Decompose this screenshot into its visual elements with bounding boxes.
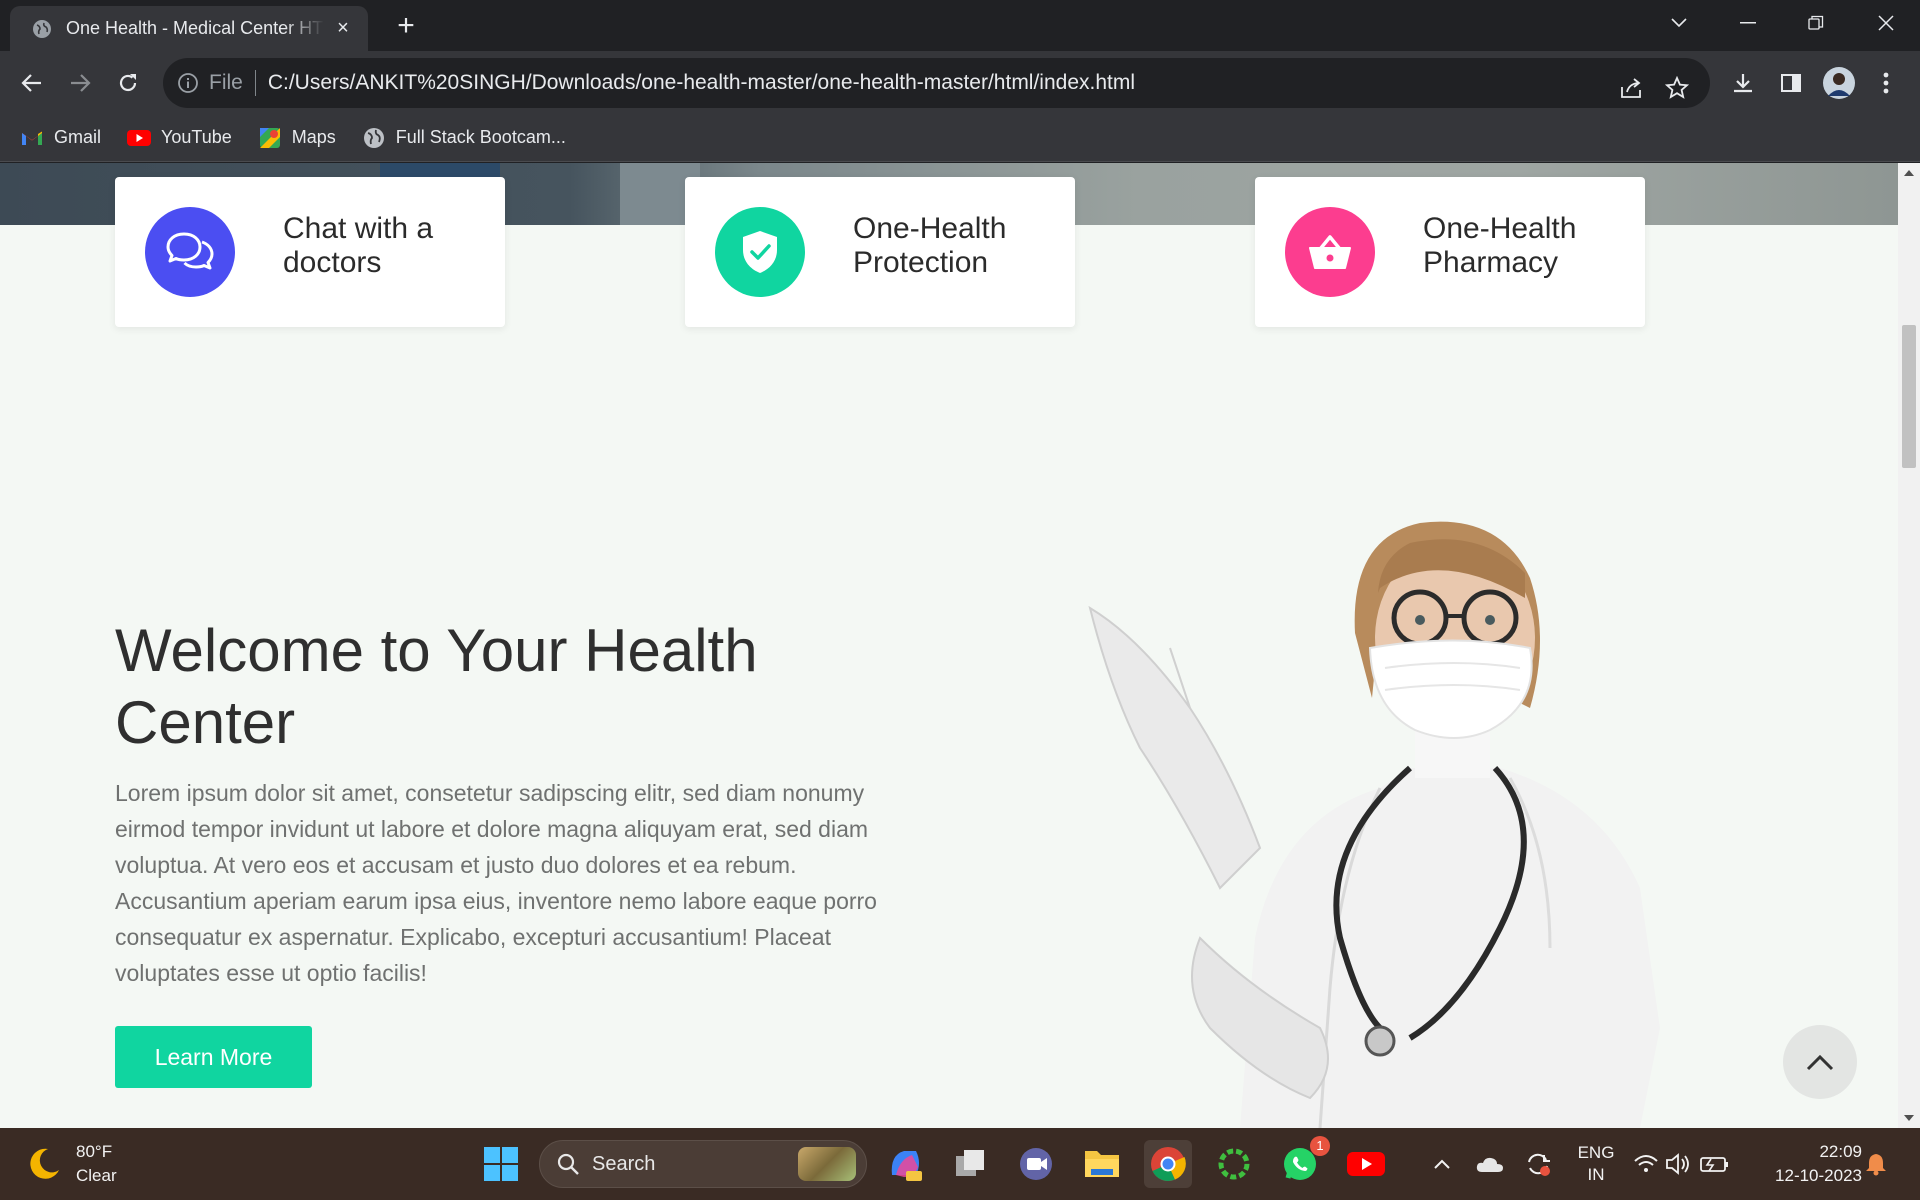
whatsapp-icon[interactable]: 1 [1276, 1136, 1330, 1188]
tab-search-icon[interactable] [1655, 8, 1703, 38]
clock-time: 22:09 [1819, 1142, 1862, 1161]
bookmark-label: YouTube [161, 127, 232, 147]
chevron-up-icon [1806, 1054, 1834, 1071]
search-highlight-image [798, 1147, 856, 1181]
bookmark-full-stack[interactable]: Full Stack Bootcam... [362, 126, 566, 150]
url-scheme: File [209, 71, 243, 94]
notification-badge: 1 [1310, 1136, 1330, 1156]
wifi-icon [1634, 1155, 1658, 1172]
side-panel-icon[interactable] [1771, 63, 1811, 103]
feature-label: One-Health Protection [853, 212, 1007, 279]
feature-card-protection[interactable]: One-Health Protection [685, 177, 1075, 327]
weather-widget[interactable]: 80°F Clear [26, 1140, 117, 1188]
page-viewport: Chat with a doctors One-Health Protectio… [0, 163, 1898, 1128]
reload-icon[interactable] [108, 63, 148, 103]
feature-card-chat[interactable]: Chat with a doctors [115, 177, 505, 327]
share-icon[interactable] [1613, 70, 1649, 106]
tab-strip: One Health - Medical Center HTML × + [0, 0, 1920, 51]
weather-temperature: 80°F [76, 1142, 113, 1161]
bookmark-gmail[interactable]: Gmail [20, 126, 101, 150]
bookmark-label: Full Stack Bootcam... [395, 127, 566, 147]
clock-date: 12-10-2023 [1775, 1166, 1862, 1185]
battery-icon [1700, 1157, 1728, 1172]
browser-toolbar: File C:/Users/ANKIT%20SINGH/Downloads/on… [0, 51, 1920, 114]
feature-card-pharmacy[interactable]: One-Health Pharmacy [1255, 177, 1645, 327]
restore-icon[interactable] [1792, 8, 1840, 38]
language-indicator[interactable]: ENG IN [1575, 1142, 1617, 1186]
task-view-icon[interactable] [946, 1140, 994, 1188]
app-ring-icon[interactable] [1210, 1140, 1258, 1188]
sync-icon[interactable] [1514, 1140, 1562, 1188]
url-separator [254, 70, 256, 96]
system-status-icons[interactable] [1628, 1140, 1738, 1188]
taskbar-clock[interactable]: 22:09 12-10-2023 [1775, 1140, 1862, 1188]
taskbar: 80°F Clear Search 1 ENG IN 22:09 12-10-2… [0, 1128, 1920, 1200]
close-window-icon[interactable] [1862, 8, 1910, 38]
page-scrollbar[interactable] [1898, 163, 1920, 1128]
onedrive-icon[interactable] [1466, 1140, 1514, 1188]
feature-label: One-Health Pharmacy [1423, 212, 1577, 279]
globe-icon [362, 126, 386, 150]
search-icon [557, 1153, 579, 1175]
welcome-heading: Welcome to Your Health Center [115, 617, 758, 756]
scroll-down-arrow-icon[interactable] [1898, 1110, 1920, 1126]
forward-icon[interactable] [60, 63, 100, 103]
tab-close-icon[interactable]: × [332, 17, 354, 40]
menu-dots-icon[interactable] [1866, 63, 1906, 103]
search-placeholder: Search [592, 1152, 656, 1175]
learn-more-button[interactable]: Learn More [115, 1026, 312, 1088]
youtube-icon [127, 126, 152, 150]
notification-bell-icon[interactable] [1856, 1140, 1896, 1188]
bookmark-star-icon[interactable] [1659, 70, 1695, 106]
moon-icon [30, 1148, 59, 1179]
region-code: IN [1587, 1165, 1605, 1184]
url-text[interactable]: C:/Users/ANKIT%20SINGH/Downloads/one-hea… [268, 71, 1135, 95]
chat-icon [145, 207, 235, 297]
tray-chevron-up-icon[interactable] [1418, 1140, 1466, 1188]
tab-title: One Health - Medical Center HTML [66, 18, 324, 38]
scrollbar-thumb[interactable] [1902, 325, 1916, 468]
browser-tab[interactable]: One Health - Medical Center HTML × [10, 6, 368, 51]
globe-icon [33, 19, 51, 38]
basket-icon [1285, 207, 1375, 297]
address-bar[interactable]: File C:/Users/ANKIT%20SINGH/Downloads/on… [163, 58, 1710, 108]
feature-label: Chat with a doctors [283, 212, 434, 279]
bookmark-label: Gmail [54, 127, 102, 147]
back-icon[interactable] [12, 63, 52, 103]
profile-avatar[interactable] [1819, 63, 1859, 103]
taskbar-search[interactable]: Search [539, 1140, 867, 1188]
copilot-icon[interactable] [881, 1140, 929, 1188]
gmail-icon [20, 126, 44, 150]
language-code: ENG [1577, 1143, 1615, 1162]
bookmark-youtube[interactable]: YouTube [127, 126, 232, 150]
chrome-icon[interactable] [1144, 1140, 1192, 1188]
windows-start-icon[interactable] [477, 1140, 525, 1188]
new-tab-button[interactable]: + [389, 10, 423, 44]
file-explorer-icon[interactable] [1078, 1140, 1126, 1188]
weather-condition: Clear [76, 1166, 117, 1185]
scroll-to-top-button[interactable] [1783, 1025, 1857, 1099]
maps-icon [258, 126, 282, 150]
bookmark-label: Maps [291, 127, 336, 147]
minimize-icon[interactable] [1724, 8, 1772, 38]
info-icon[interactable] [177, 72, 199, 94]
download-icon[interactable] [1723, 63, 1763, 103]
doctor-image [1088, 521, 1660, 1128]
bookmarks-bar: Gmail YouTube Maps Full Stack Bootcam... [0, 114, 1920, 162]
teams-icon[interactable] [1012, 1140, 1060, 1188]
bookmark-maps[interactable]: Maps [258, 126, 336, 150]
youtube-icon[interactable] [1342, 1140, 1390, 1188]
welcome-paragraph: Lorem ipsum dolor sit amet, consetetur s… [115, 780, 877, 986]
scroll-up-arrow-icon[interactable] [1898, 165, 1920, 181]
volume-icon [1666, 1153, 1689, 1175]
shield-icon [715, 207, 805, 297]
